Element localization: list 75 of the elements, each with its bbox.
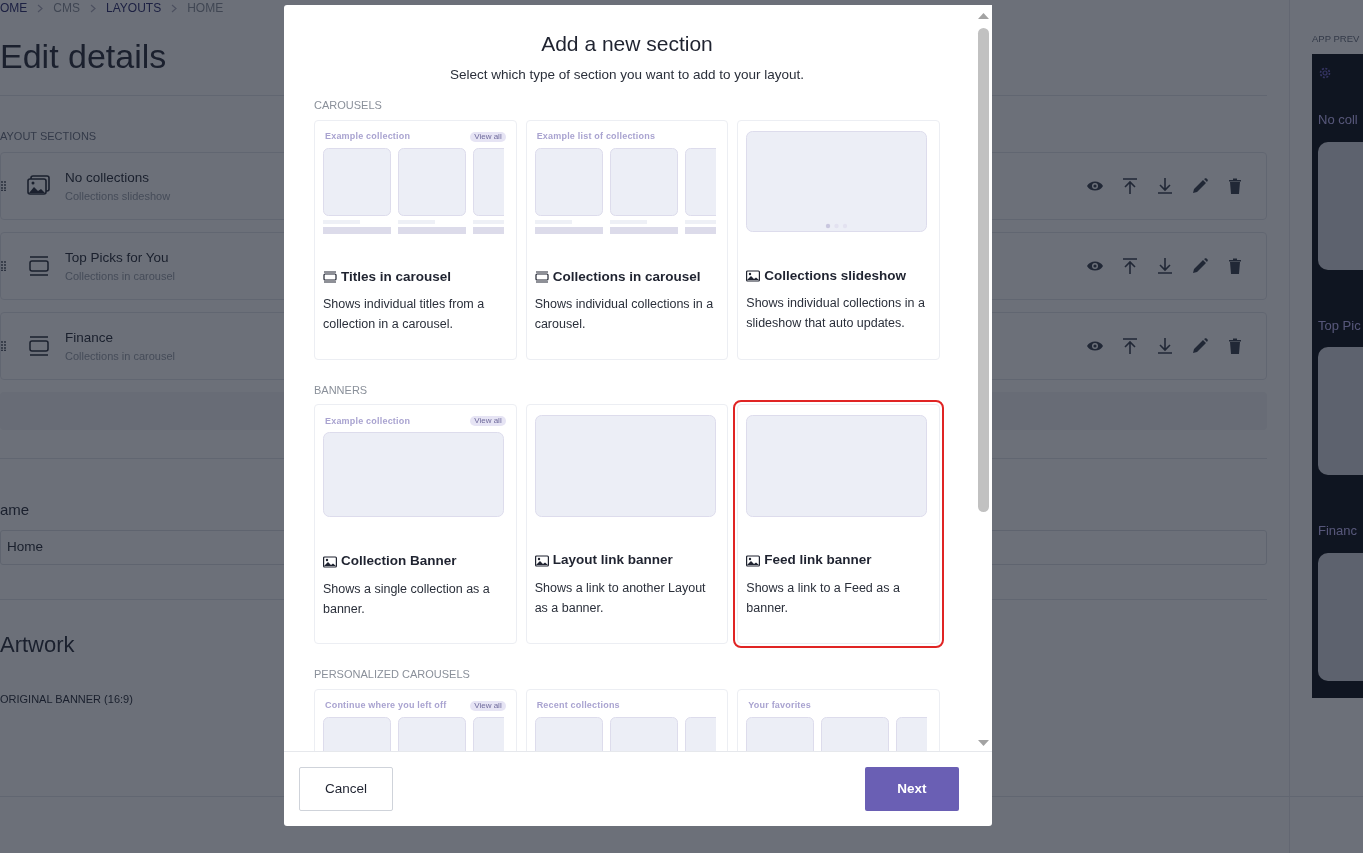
preview-section-title: Financ bbox=[1318, 522, 1358, 541]
card-description: Shows a single collection as a banner. bbox=[323, 580, 491, 618]
pencil-icon[interactable] bbox=[1191, 177, 1209, 196]
arrow-down-to-line-icon[interactable] bbox=[1156, 177, 1174, 196]
section-type-card[interactable]: Example list of collections Collections in carousel Shows individual collections in a carousel. bbox=[525, 119, 729, 360]
chevron-icon bbox=[171, 3, 178, 13]
field-label: ame bbox=[0, 500, 31, 521]
card-title: Titles in carousel bbox=[341, 267, 452, 286]
chevron-icon bbox=[37, 3, 44, 13]
pencil-icon[interactable] bbox=[1191, 337, 1209, 356]
preview-section-title: No coll bbox=[1318, 111, 1358, 130]
view-all-badge: View all bbox=[470, 416, 506, 427]
card-title: Collections slideshow bbox=[764, 266, 907, 285]
drag-handle-icon[interactable] bbox=[1, 341, 7, 352]
arrow-up-to-line-icon[interactable] bbox=[1121, 257, 1139, 276]
section-title: Top Picks for You bbox=[65, 248, 170, 267]
scrollbar-thumb[interactable] bbox=[978, 28, 989, 512]
carousel-icon bbox=[27, 254, 51, 279]
carousel-icon bbox=[323, 271, 337, 284]
next-button[interactable]: Next bbox=[865, 767, 959, 811]
card-description: Shows individual collections in a carousel. bbox=[534, 296, 715, 334]
carousel-icon bbox=[534, 271, 549, 284]
card-description: Shows individual titles from a collection in a carousel. bbox=[323, 296, 486, 334]
artwork-heading: Artwork bbox=[0, 630, 75, 659]
image-icon bbox=[534, 554, 549, 567]
preview-caption: Your favorites bbox=[748, 699, 811, 713]
trash-icon[interactable] bbox=[1226, 337, 1244, 356]
card-description: Shows a link to another Layout as a banner. bbox=[534, 579, 707, 617]
drag-handle-icon[interactable] bbox=[1, 181, 7, 192]
section-type-card[interactable]: Collections slideshow Shows individual collections in a slideshow that auto updates. bbox=[737, 119, 940, 360]
section-type-card[interactable]: Example collection View all Collection Banner Shows a single collection as a banner. bbox=[314, 404, 517, 645]
trash-icon[interactable] bbox=[1226, 177, 1244, 196]
preview-caption: Example list of collections bbox=[536, 130, 656, 144]
section-title: No collections bbox=[65, 168, 151, 187]
scroll-down-arrow-icon[interactable] bbox=[978, 739, 989, 747]
preview-caption: Example collection bbox=[325, 130, 411, 144]
arrow-down-to-line-icon[interactable] bbox=[1156, 337, 1174, 356]
card-description: Shows individual collections in a slideshow that auto updates. bbox=[746, 295, 926, 333]
page-title: Edit details bbox=[0, 36, 167, 77]
modal-subtitle: Select which type of section you want to add to your layout. bbox=[448, 66, 806, 85]
group-heading: CAROUSELS bbox=[314, 98, 383, 114]
section-heading: AYOUT SECTIONS bbox=[0, 128, 97, 144]
group-heading: BANNERS bbox=[314, 382, 369, 398]
settings-icon[interactable] bbox=[1318, 66, 1332, 81]
group-heading: PERSONALIZED CAROUSELS bbox=[314, 667, 471, 683]
image-icon bbox=[323, 555, 337, 568]
carousel-icon bbox=[27, 334, 51, 359]
image-icon bbox=[746, 554, 761, 567]
preview-caption: Recent collections bbox=[536, 699, 620, 713]
drag-handle-icon[interactable] bbox=[1, 261, 7, 272]
card-title: Layout link banner bbox=[552, 551, 673, 570]
modal-title: Add a new section bbox=[540, 31, 714, 57]
view-all-badge: View all bbox=[470, 131, 506, 142]
arrow-down-to-line-icon[interactable] bbox=[1156, 257, 1174, 276]
preview-caption: Continue where you left off bbox=[325, 699, 447, 713]
section-type-card[interactable]: Layout link banner Shows a link to another Layout as a banner. bbox=[525, 404, 729, 645]
preview-caption: Example collection bbox=[325, 414, 411, 428]
view-all-badge: View all bbox=[470, 700, 506, 711]
artwork-item: ORIGINAL BANNER (16:9) bbox=[0, 691, 133, 707]
arrow-up-to-line-icon[interactable] bbox=[1121, 337, 1139, 356]
chevron-icon bbox=[90, 3, 96, 13]
section-title: Finance bbox=[65, 328, 115, 347]
card-title: Collection Banner bbox=[341, 552, 457, 571]
trash-icon[interactable] bbox=[1226, 257, 1244, 276]
preview-section-title: Top Pic bbox=[1318, 316, 1361, 335]
card-description: Shows a link to a Feed as a banner. bbox=[746, 579, 901, 617]
image-icon bbox=[746, 270, 761, 283]
card-title: Collections in carousel bbox=[552, 267, 701, 286]
arrow-up-to-line-icon[interactable] bbox=[1121, 177, 1139, 196]
pencil-icon[interactable] bbox=[1191, 257, 1209, 276]
scroll-up-arrow-icon[interactable] bbox=[978, 12, 989, 20]
section-type-card[interactable]: Continue where you left off View all bbox=[314, 688, 517, 751]
cancel-button[interactable]: Cancel bbox=[299, 767, 393, 811]
section-type-card[interactable]: Example collection View all Titles in carousel Shows individual titles from a collection in a carousel. bbox=[314, 119, 517, 360]
card-title: Feed link banner bbox=[764, 551, 872, 570]
